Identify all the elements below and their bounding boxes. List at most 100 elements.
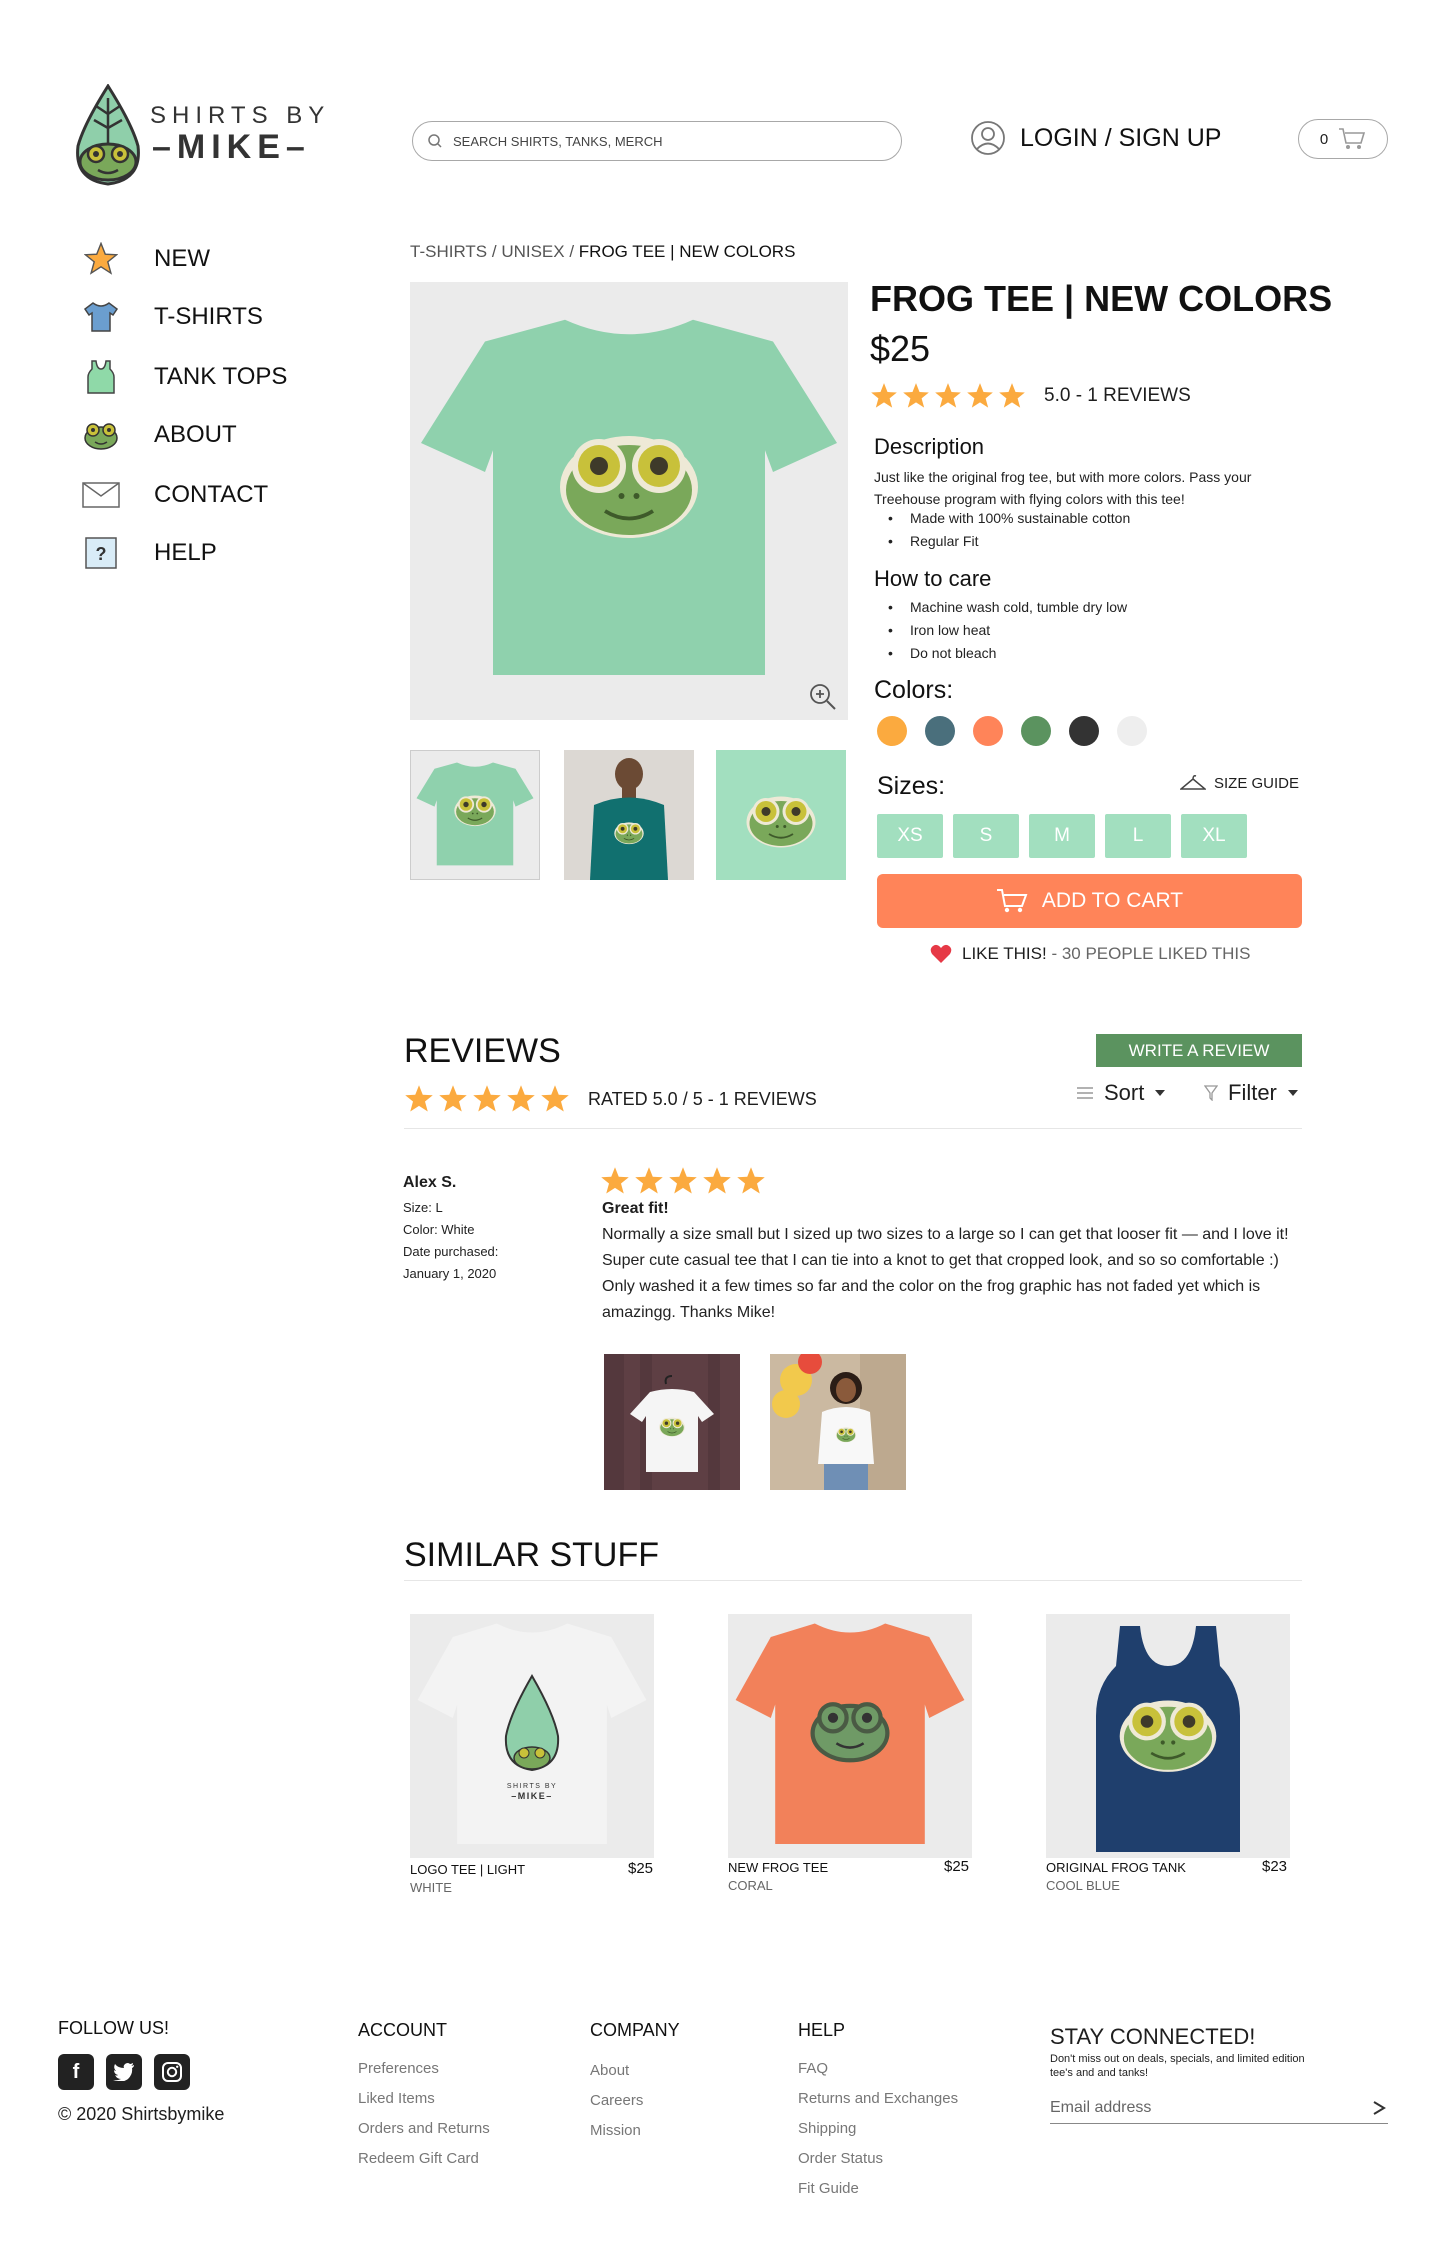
color-swatch-slate[interactable] — [925, 716, 955, 746]
color-swatch-green[interactable] — [1021, 716, 1051, 746]
newsletter-subtext: Don't miss out on deals, specials, and l… — [1050, 2053, 1305, 2079]
filter-icon — [1204, 1085, 1218, 1101]
like-label: LIKE THIS! — [962, 944, 1047, 963]
size-guide-link[interactable]: SIZE GUIDE — [1180, 774, 1299, 792]
size-button-s[interactable]: S — [953, 814, 1019, 858]
add-to-cart-button[interactable]: ADD TO CART — [877, 874, 1302, 928]
footer-link[interactable]: Returns and Exchanges — [798, 2090, 958, 2107]
star-icon — [935, 383, 961, 408]
zoom-icon[interactable] — [808, 682, 838, 712]
sidebar-item-contact[interactable]: CONTACT — [82, 476, 268, 514]
sort-dropdown[interactable]: Sort — [1076, 1080, 1166, 1106]
footer-link[interactable]: Shipping — [798, 2120, 856, 2137]
heart-icon — [930, 944, 952, 963]
login-signup-link[interactable]: LOGIN / SIGN UP — [970, 120, 1221, 156]
brand-logo[interactable]: SHIRTS BY –MIKE– — [72, 84, 324, 188]
breadcrumb-tshirts[interactable]: T-SHIRTS — [410, 242, 487, 261]
reviews-rating: RATED 5.0 / 5 - 1 REVIEWS — [404, 1084, 817, 1114]
footer-company-heading: COMPANY — [590, 2020, 680, 2040]
review-photo[interactable] — [604, 1354, 740, 1490]
similar-product-name[interactable]: LOGO TEE | LIGHT — [410, 1862, 525, 1877]
product-thumbnail[interactable] — [716, 750, 846, 880]
product-price: $25 — [870, 328, 931, 369]
facebook-icon[interactable]: f — [58, 2054, 94, 2090]
newsletter-form — [1050, 2092, 1388, 2124]
breadcrumb: T-SHIRTS / UNISEX / FROG TEE | NEW COLOR… — [410, 242, 795, 262]
sidebar-item-label: NEW — [154, 245, 210, 272]
footer-link[interactable]: Orders and Returns — [358, 2120, 490, 2137]
similar-product-color: WHITE — [410, 1880, 452, 1895]
product-thumbnail[interactable] — [564, 750, 694, 880]
sidebar-item-new[interactable]: NEW — [82, 240, 210, 278]
write-review-button[interactable]: WRITE A REVIEW — [1096, 1034, 1302, 1067]
brand-line2: –MIKE– — [152, 128, 311, 166]
envelope-icon — [82, 476, 120, 514]
footer-link[interactable]: Careers — [590, 2092, 643, 2109]
color-swatch-coral[interactable] — [973, 716, 1003, 746]
star-icon — [999, 383, 1025, 408]
color-swatch-orange[interactable] — [877, 716, 907, 746]
similar-product-name[interactable]: NEW FROG TEE — [728, 1860, 828, 1875]
filter-dropdown[interactable]: Filter — [1204, 1080, 1299, 1106]
sidebar-item-about[interactable]: ABOUT — [82, 416, 237, 454]
size-button-xl[interactable]: XL — [1181, 814, 1247, 858]
rating-text: 5.0 - 1 REVIEWS — [1044, 385, 1191, 406]
footer-link[interactable]: FAQ — [798, 2060, 828, 2077]
product-rating[interactable]: 5.0 - 1 REVIEWS — [870, 382, 1191, 410]
chevron-down-icon — [1287, 1090, 1298, 1096]
sidebar-item-tank-tops[interactable]: TANK TOPS — [82, 358, 287, 396]
sidebar-item-help[interactable]: ? HELP — [82, 534, 217, 572]
star-icon — [601, 1167, 629, 1194]
copyright: © 2020 Shirtsbymike — [58, 2104, 225, 2124]
colors-heading: Colors: — [874, 676, 954, 704]
cart-button[interactable]: 0 — [1298, 119, 1388, 159]
product-main-image[interactable] — [410, 282, 848, 720]
footer-link[interactable]: About — [590, 2062, 629, 2079]
arrow-right-icon[interactable] — [1370, 2100, 1388, 2116]
footer-link[interactable]: Liked Items — [358, 2090, 435, 2107]
search-input[interactable] — [453, 133, 873, 149]
social-links: f — [58, 2054, 190, 2090]
breadcrumb-separator: / — [564, 242, 579, 261]
help-icon: ? — [82, 534, 120, 572]
review-body: Normally a size small but I sized up two… — [602, 1226, 1289, 1321]
description-bullet: Regular Fit — [888, 533, 979, 549]
similar-product-price: $25 — [628, 1860, 654, 1877]
similar-product-price: $23 — [1262, 1858, 1288, 1875]
similar-product-image[interactable] — [728, 1614, 972, 1858]
footer-link[interactable]: Order Status — [798, 2150, 883, 2167]
size-button-l[interactable]: L — [1105, 814, 1171, 858]
footer-link[interactable]: Preferences — [358, 2060, 439, 2077]
twitter-icon[interactable] — [106, 2054, 142, 2090]
similar-product-name[interactable]: ORIGINAL FROG TANK — [1046, 1860, 1186, 1875]
like-count: 30 PEOPLE LIKED THIS — [1061, 944, 1251, 963]
star-icon — [439, 1085, 467, 1112]
sidebar-item-tshirts[interactable]: T-SHIRTS — [82, 298, 263, 336]
star-icon — [82, 240, 120, 278]
similar-product-color: CORAL — [728, 1878, 773, 1893]
like-separator: - — [1046, 944, 1062, 963]
instagram-icon[interactable] — [154, 2054, 190, 2090]
sidebar-item-label: TANK TOPS — [154, 363, 288, 390]
star-icon — [635, 1167, 663, 1194]
size-button-xs[interactable]: XS — [877, 814, 943, 858]
search-bar[interactable] — [412, 121, 902, 161]
email-field[interactable] — [1050, 2098, 1340, 2117]
footer-link[interactable]: Mission — [590, 2122, 641, 2139]
footer-link[interactable]: Redeem Gift Card — [358, 2150, 479, 2167]
footer-link[interactable]: Fit Guide — [798, 2180, 859, 2197]
product-thumbnail[interactable] — [410, 750, 540, 880]
size-button-m[interactable]: M — [1029, 814, 1095, 858]
color-swatch-white[interactable] — [1117, 716, 1147, 746]
similar-product-image[interactable] — [1046, 1614, 1290, 1858]
star-icon — [737, 1167, 765, 1194]
sidebar-item-label: T-SHIRTS — [154, 303, 263, 330]
similar-product-color: COOL BLUE — [1046, 1878, 1120, 1893]
similar-product-image[interactable]: SHIRTS BY –MIKE– — [410, 1614, 654, 1858]
review-photo[interactable] — [770, 1350, 906, 1490]
color-swatch-black[interactable] — [1069, 716, 1099, 746]
star-icon — [507, 1085, 535, 1112]
review-date: January 1, 2020 — [403, 1266, 497, 1281]
like-button[interactable]: LIKE THIS! - 30 PEOPLE LIKED THIS — [930, 944, 1251, 964]
breadcrumb-unisex[interactable]: UNISEX — [501, 242, 564, 261]
